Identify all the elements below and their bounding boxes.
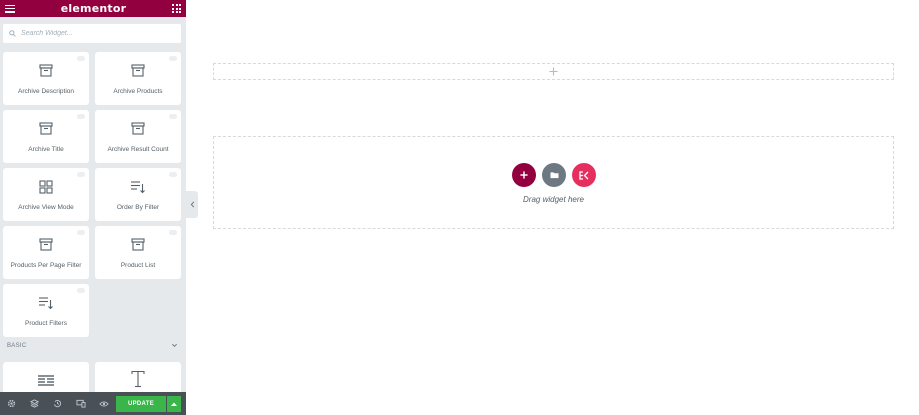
widget-label: Archive Result Count: [107, 146, 169, 153]
heading-icon: [131, 370, 145, 388]
elementskit-logo-icon: [579, 170, 589, 180]
widget-product-list[interactable]: Product List: [95, 226, 181, 279]
folder-icon: [550, 172, 558, 179]
widget-label: Products Per Page Filter: [10, 262, 82, 269]
responsive-icon: [76, 399, 85, 408]
archive-icon: [39, 64, 53, 77]
pro-badge: [169, 230, 177, 235]
widget-archive-view-mode[interactable]: Archive View Mode: [3, 168, 89, 221]
search-widget-box: [3, 24, 181, 43]
pro-badge: [169, 56, 177, 61]
widget-product-filters[interactable]: Product Filters: [3, 284, 89, 337]
widget-archive-title[interactable]: Archive Title: [3, 110, 89, 163]
navigator-layers-icon: [30, 399, 39, 408]
search-icon: [9, 30, 16, 37]
drag-widget-hint: Drag widget here: [523, 195, 584, 204]
plus-icon: [549, 67, 558, 76]
inner-section-icon: [38, 375, 54, 386]
add-section-bar[interactable]: [213, 63, 894, 80]
responsive-mode-button[interactable]: [69, 392, 92, 415]
sort-list-icon: [39, 297, 53, 310]
editor-panel: elementor Archive Description: [0, 0, 186, 415]
navigator-button[interactable]: [23, 392, 46, 415]
sort-list-icon: [131, 181, 145, 194]
preview-button[interactable]: [92, 392, 115, 415]
archive-icon: [131, 64, 145, 77]
archive-icon: [131, 238, 145, 251]
section-title-basic[interactable]: BASIC: [7, 343, 27, 349]
history-icon: [54, 400, 62, 408]
new-section-dropzone[interactable]: Drag widget here: [213, 136, 894, 229]
widget-archive-result-count[interactable]: Archive Result Count: [95, 110, 181, 163]
pro-badge: [169, 114, 177, 119]
panel-collapse-handle[interactable]: [186, 191, 198, 218]
pro-badge: [77, 230, 85, 235]
chevron-down-icon[interactable]: [171, 342, 178, 349]
widget-label: Archive View Mode: [18, 204, 74, 211]
pro-badge: [77, 114, 85, 119]
widget-label: Product Filters: [25, 320, 67, 327]
widget-label: Archive Description: [18, 88, 74, 95]
settings-button[interactable]: [0, 392, 23, 415]
widget-label: Order By Filter: [116, 204, 160, 211]
history-button[interactable]: [46, 392, 69, 415]
grid-icon: [39, 180, 53, 194]
add-template-button[interactable]: [542, 163, 566, 187]
widget-products-per-page-filter[interactable]: Products Per Page Filter: [3, 226, 89, 279]
widget-archive-description[interactable]: Archive Description: [3, 52, 89, 105]
archive-icon: [131, 122, 145, 135]
hamburger-menu-icon[interactable]: [5, 4, 15, 13]
widget-label: Archive Title: [28, 146, 64, 153]
widget-archive-products[interactable]: Archive Products: [95, 52, 181, 105]
add-new-section-button[interactable]: [512, 163, 536, 187]
widget-order-by-filter[interactable]: Order By Filter: [95, 168, 181, 221]
pro-badge: [169, 172, 177, 177]
update-button[interactable]: UPDATE: [116, 396, 166, 412]
pro-badge: [77, 288, 85, 293]
elementskit-library-button[interactable]: [572, 163, 596, 187]
pro-badge: [77, 56, 85, 61]
preview-eye-icon: [98, 401, 109, 406]
elementor-logo: elementor: [60, 2, 127, 15]
search-widget-input[interactable]: [21, 30, 171, 37]
panel-header: elementor: [0, 0, 186, 17]
archive-icon: [39, 238, 53, 251]
settings-icon: [7, 399, 16, 408]
plus-icon: [520, 171, 528, 179]
pro-badge: [77, 172, 85, 177]
archive-icon: [39, 122, 53, 135]
widget-label: Product List: [120, 262, 156, 269]
chevron-left-icon: [190, 201, 194, 208]
save-options-button[interactable]: [167, 396, 181, 412]
caret-up-icon: [171, 402, 177, 406]
widget-label: Archive Products: [113, 88, 163, 95]
widgets-grid-icon[interactable]: [172, 4, 181, 13]
